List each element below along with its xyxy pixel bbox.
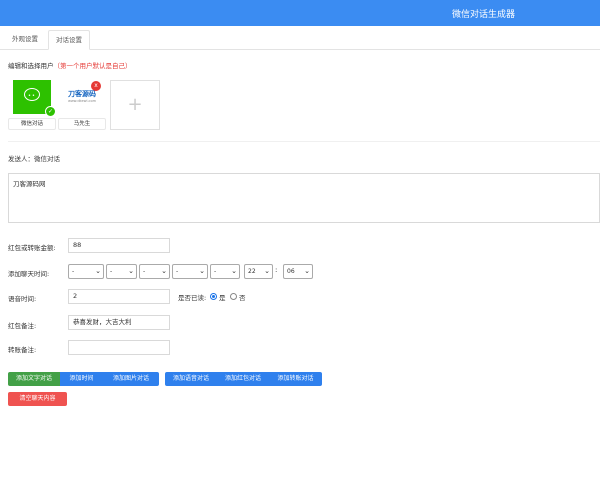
day-select[interactable]: - ⌄ [139,264,170,279]
add-voice-button[interactable]: 添加语音对话 [165,372,217,386]
button-group-primary: 添加文字对话 添加时间 添加图片对话 [8,372,159,386]
user-name-wechat: 微信对话 [8,118,56,130]
selected-check-icon: ✓ [45,106,56,117]
add-redpacket-button[interactable]: 添加红包对话 [217,372,269,386]
hour-select[interactable]: 22 ⌄ [244,264,273,279]
app-title: 微信对话生成器 [452,10,516,20]
sender-label: 发送人：微信对话 [8,155,60,163]
read-yes-label: 是 [219,294,226,302]
read-no-label: 否 [239,294,246,302]
redpacket-remark-input[interactable]: 恭喜发财，大吉大利 [68,315,170,330]
read-yes-radio[interactable] [210,293,217,300]
chevron-down-icon: ⌄ [231,267,237,275]
chat-time-label: 添加聊天时间: [8,270,50,278]
redpacket-amount-label: 红包或转账金额: [8,244,56,252]
add-text-button[interactable]: 添加文字对话 [8,372,60,386]
chevron-down-icon: ⌄ [304,267,310,275]
clear-chat-button[interactable]: 清空聊天内容 [8,392,67,406]
chevron-down-icon: ⌄ [95,267,101,275]
weekday-select-value: - [176,268,179,275]
read-no-radio[interactable] [230,293,237,300]
period-select-value: - [214,268,217,275]
tab-dialog-settings[interactable]: 对话设置 [48,30,90,50]
month-select-value: - [110,268,113,275]
minute-select-value: 06 [287,268,295,275]
minute-select[interactable]: 06 ⌄ [283,264,313,279]
transfer-remark-input[interactable] [68,340,170,355]
day-select-value: - [143,268,146,275]
add-image-button[interactable]: 添加图片对话 [103,372,159,386]
add-transfer-button[interactable]: 添加转账对话 [269,372,322,386]
chevron-down-icon: ⌄ [199,267,205,275]
weekday-select[interactable]: - ⌄ [172,264,208,279]
edit-users-hint: （第一个用户默认是自己） [53,62,132,70]
app-header: 微信对话生成器 [0,0,600,26]
wechat-avatar[interactable]: •• ✓ [13,80,56,117]
voice-time-label: 语音时间: [8,295,37,303]
chevron-down-icon: ⌄ [161,267,167,275]
chevron-down-icon: ⌄ [264,267,270,275]
read-status-label: 是否已读: [178,294,207,302]
delete-user-icon[interactable]: x [91,81,101,91]
tab-bar: 外观设置 对话设置 [0,28,600,50]
wechat-dots-icon: •• [28,93,36,99]
time-colon: : [275,266,278,274]
avatar-logo-sub: www.dkewl.com [67,99,97,103]
year-select[interactable]: - ⌄ [68,264,104,279]
add-time-button[interactable]: 添加时间 [60,372,103,386]
period-select[interactable]: - ⌄ [210,264,240,279]
transfer-remark-label: 转账备注: [8,346,37,354]
redpacket-remark-label: 红包备注: [8,322,37,330]
chevron-down-icon: ⌄ [128,267,134,275]
divider [8,141,600,142]
tab-appearance[interactable]: 外观设置 [5,30,45,50]
add-user-button[interactable]: + [110,80,160,130]
year-select-value: - [72,268,75,275]
voice-time-input[interactable]: 2 [68,289,170,304]
edit-users-text: 编辑和选择用户 [8,62,54,70]
message-textarea[interactable]: 刀客源码网 [8,173,600,223]
month-select[interactable]: - ⌄ [106,264,137,279]
user-card-ma[interactable]: 刀客源码 www.dkewl.com x 马先生 [58,80,106,130]
user-name-ma: 马先生 [58,118,106,130]
edit-users-label: 编辑和选择用户（第一个用户默认是自己） [8,60,132,70]
user-card-wechat[interactable]: •• ✓ 微信对话 [8,80,56,130]
button-group-secondary: 添加语音对话 添加红包对话 添加转账对话 [165,372,322,386]
hour-select-value: 22 [248,268,256,275]
redpacket-amount-input[interactable]: 88 [68,238,170,253]
